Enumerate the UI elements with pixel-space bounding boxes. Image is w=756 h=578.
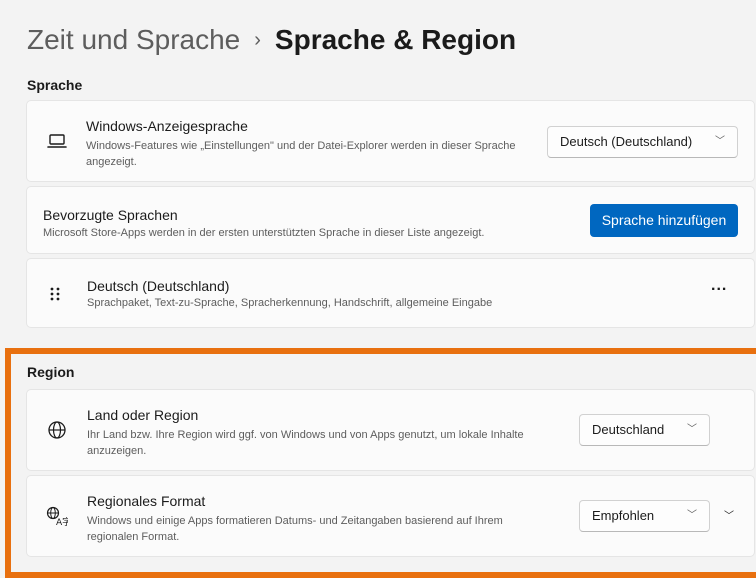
language-list-item[interactable]: Deutsch (Deutschland) Sprachpaket, Text-… <box>26 258 755 328</box>
page-title: Sprache & Region <box>274 24 517 55</box>
regional-format-card[interactable]: A字 Regionales Format Windows und einige … <box>26 475 755 557</box>
more-options-button[interactable]: ... <box>711 277 727 295</box>
globe-icon <box>47 420 67 445</box>
add-language-button[interactable]: Sprache hinzufügen <box>590 204 738 237</box>
country-title: Land oder Region <box>87 407 199 423</box>
expand-chevron-icon[interactable]: ﹀ <box>724 507 734 522</box>
display-language-value: Deutsch (Deutschland) <box>560 134 693 149</box>
country-dropdown[interactable]: Deutschland ﹀ <box>579 414 710 446</box>
section-title-language: Sprache <box>27 77 83 93</box>
display-language-card: Windows-Anzeigesprache Windows-Features … <box>26 100 755 182</box>
display-language-description: Windows-Features wie „Einstellungen" und… <box>86 140 516 168</box>
section-title-region: Region <box>27 364 75 380</box>
preferred-languages-description: Microsoft Store-Apps werden in der erste… <box>43 227 485 239</box>
breadcrumb-separator: › <box>254 29 261 51</box>
language-item-description: Sprachpaket, Text-zu-Sprache, Spracherke… <box>87 297 493 309</box>
breadcrumb: Zeit und Sprache › Sprache & Region <box>27 20 516 63</box>
chevron-down-icon: ﹀ <box>687 424 697 435</box>
regional-format-description: Windows und einige Apps formatieren Datu… <box>87 515 503 543</box>
country-description: Ihr Land bzw. Ihre Region wird ggf. von … <box>87 429 524 457</box>
regional-format-title: Regionales Format <box>87 493 206 509</box>
display-language-dropdown[interactable]: Deutsch (Deutschland) ﹀ <box>547 126 738 158</box>
country-value: Deutschland <box>592 422 665 437</box>
chevron-down-icon: ﹀ <box>687 510 697 521</box>
chevron-down-icon: ﹀ <box>715 136 725 147</box>
language-item-title: Deutsch (Deutschland) <box>87 278 230 294</box>
display-language-title: Windows-Anzeigesprache <box>86 118 248 134</box>
drag-handle-icon[interactable] <box>50 286 60 307</box>
breadcrumb-parent[interactable]: Zeit und Sprache <box>27 24 240 55</box>
country-card: Land oder Region Ihr Land bzw. Ihre Regi… <box>26 389 755 471</box>
laptop-icon <box>47 132 67 155</box>
preferred-languages-title: Bevorzugte Sprachen <box>43 207 178 223</box>
regional-format-dropdown[interactable]: Empfohlen ﹀ <box>579 500 710 532</box>
language-format-icon: A字 <box>46 506 71 531</box>
regional-format-value: Empfohlen <box>592 508 655 523</box>
svg-text:A字: A字 <box>56 516 68 526</box>
